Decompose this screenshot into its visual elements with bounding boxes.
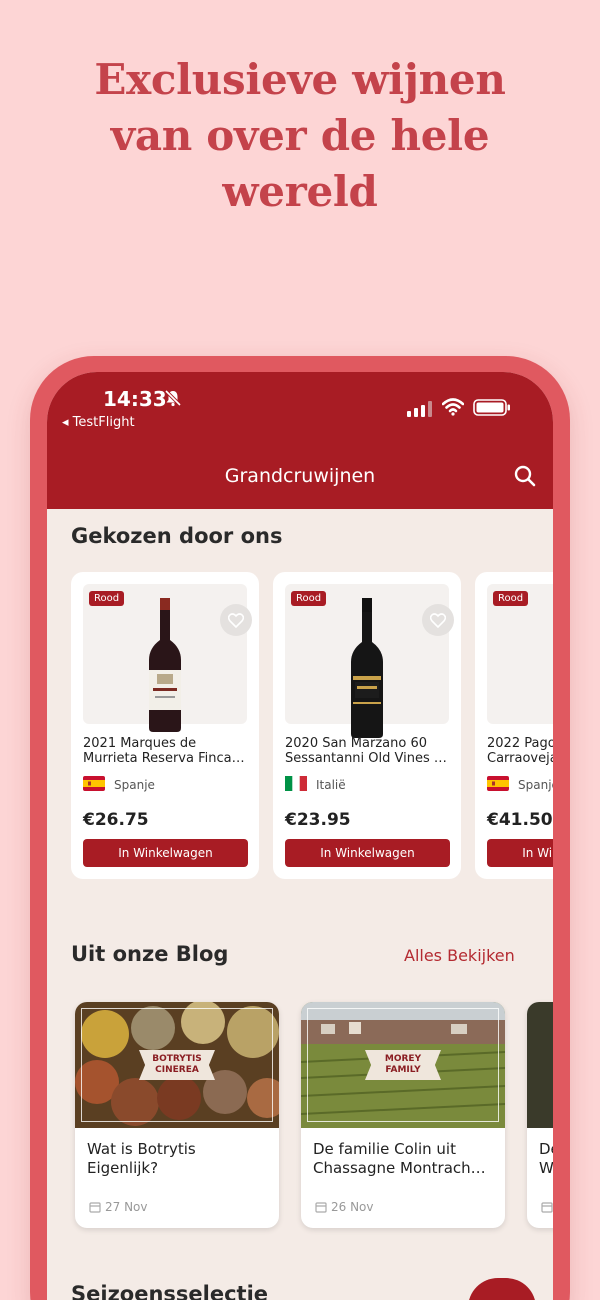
- wine-name: 2020 San Marzano 60 Sessantanni Old Vine…: [285, 736, 447, 766]
- blog-title: Wat is Botrytis Eigenlijk?: [87, 1140, 196, 1177]
- calendar-icon: [541, 1202, 553, 1213]
- back-to-testflight-link[interactable]: ◂ TestFlight: [62, 415, 135, 430]
- wine-bottle-image: [351, 598, 383, 738]
- blog-date: 26 Nov: [331, 1200, 374, 1214]
- calendar-icon: [89, 1202, 101, 1213]
- see-all-link[interactable]: Alles Bekijken: [404, 946, 515, 965]
- wine-type-badge: Rood: [493, 591, 529, 606]
- section-title-season: Seizoensselectie: [71, 1282, 269, 1300]
- wine-bottle-image: [149, 598, 181, 732]
- app-title: Grandcruwijnen: [224, 465, 376, 487]
- wine-price: €26.75: [83, 810, 149, 830]
- wine-type-badge: Rood: [89, 591, 125, 606]
- heart-icon: [430, 612, 446, 628]
- blog-badge: BOTRYTIS CINEREA: [139, 1050, 215, 1080]
- wine-country: Spanje: [518, 778, 553, 792]
- blog-card[interactable]: BOTRYTIS CINEREA Wat is Botrytis Eigenli…: [75, 1002, 279, 1228]
- blog-card[interactable]: De W: [527, 1002, 553, 1228]
- wine-name: 2022 Pago Carraoveja…: [487, 736, 553, 766]
- wine-country: Italië: [316, 778, 346, 792]
- headline-line-2: van over de hele: [110, 111, 490, 160]
- search-icon[interactable]: [513, 464, 537, 488]
- blog-title: De familie Colin uit Chassagne Montrach…: [313, 1140, 486, 1177]
- battery-icon: [473, 399, 510, 416]
- wine-card[interactable]: Rood 2020 San Marzano 60 Sessantanni Old…: [273, 572, 461, 879]
- add-to-cart-button[interactable]: In Winkelwagen: [487, 839, 553, 867]
- wine-price: €23.95: [285, 810, 351, 830]
- top-bar: 14:33 ◂ TestFlight Grandcruwijnen: [47, 372, 553, 509]
- wine-type-badge: Rood: [291, 591, 327, 606]
- spain-flag-icon: [487, 776, 509, 791]
- heart-icon: [228, 612, 244, 628]
- headline-line-3: wereld: [222, 167, 378, 216]
- wine-card[interactable]: Rood 2022 Pago Carraoveja… Spanje €41.50…: [475, 572, 553, 879]
- blog-photo: [527, 1002, 553, 1128]
- add-to-cart-button[interactable]: In Winkelwagen: [285, 839, 450, 867]
- section-title-blog: Uit onze Blog: [71, 942, 229, 966]
- wine-country: Spanje: [114, 778, 155, 792]
- blog-title: De W: [539, 1140, 553, 1177]
- blog-badge: MOREY FAMILY: [365, 1050, 441, 1080]
- headline-line-1: Exclusieve wijnen: [94, 55, 506, 104]
- italy-flag-icon: [285, 776, 307, 791]
- bell-muted-icon: [164, 389, 182, 407]
- favorite-button[interactable]: [422, 604, 454, 636]
- wine-price: €41.50: [487, 810, 553, 830]
- spain-flag-icon: [83, 776, 105, 791]
- blog-card[interactable]: MOREY FAMILY De familie Colin uit Chassa…: [301, 1002, 505, 1228]
- cellular-signal-icon: [407, 401, 432, 417]
- wifi-icon: [442, 398, 464, 416]
- section-title-chosen: Gekozen door ons: [71, 524, 283, 548]
- app-screen: 14:33 ◂ TestFlight Grandcruwijnen Gekoze…: [47, 372, 553, 1300]
- status-time: 14:33: [103, 387, 167, 411]
- wine-name: 2021 Marques de Murrieta Reserva Finca…: [83, 736, 245, 766]
- calendar-icon: [315, 1202, 327, 1213]
- wine-card[interactable]: Rood 2021 Marques de Murrieta Reserva Fi…: [71, 572, 259, 879]
- favorite-button[interactable]: [220, 604, 252, 636]
- add-to-cart-button[interactable]: In Winkelwagen: [83, 839, 248, 867]
- season-action-button[interactable]: [468, 1278, 536, 1300]
- promo-headline: Exclusieve wijnen van over de hele werel…: [0, 52, 600, 220]
- blog-date: 27 Nov: [105, 1200, 148, 1214]
